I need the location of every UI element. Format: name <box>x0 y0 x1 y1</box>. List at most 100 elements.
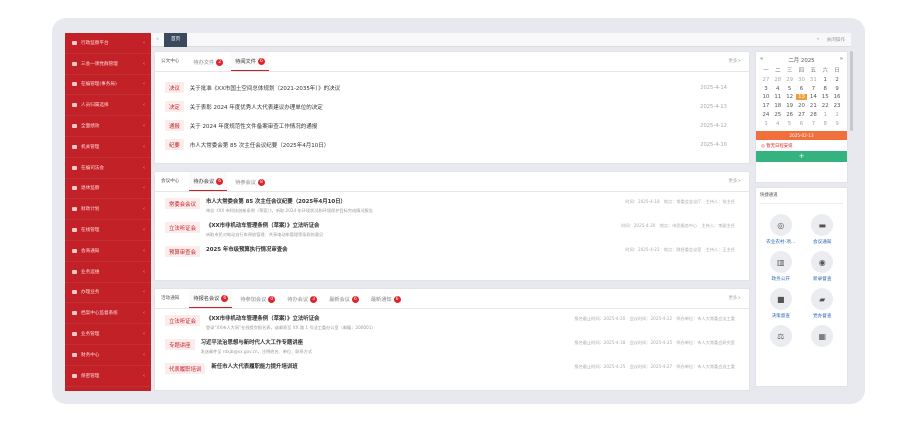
calendar-day[interactable]: 10 <box>760 94 772 100</box>
calendar-day[interactable]: 29 <box>784 77 796 83</box>
calendar-day[interactable]: 2 <box>831 77 843 83</box>
item-title[interactable]: 关于表彰 2024 年度优秀人大代表建议办理单位的决定 <box>190 103 323 111</box>
list-item[interactable]: 专题讲座 习近平法治思想与新时代人大工作专题讲座 发送邮件至 rdxjb@xx.go… <box>155 335 749 359</box>
list-item[interactable]: 常委会会议 市人大常委会第 85 次主任会议纪要（2025年4月10日） 审议《XX… <box>155 194 749 218</box>
sidebar-item[interactable]: 业务运维 ‹ <box>65 262 151 283</box>
tab-scroll-right[interactable]: » <box>817 37 820 43</box>
list-item[interactable]: 立法听证会 《XX市非机动车管理条例（草案）》立法听证会 听取市民对电动自行车停放管… <box>155 218 749 242</box>
tab-notices[interactable]: 最新通知 6 <box>367 289 405 308</box>
sidebar-item[interactable]: 财务中心 ‹ <box>65 345 151 366</box>
calendar-day[interactable]: 7 <box>807 121 819 127</box>
sidebar-item[interactable]: 财政计划 ‹ <box>65 199 151 221</box>
quick-link[interactable]: ▦ <box>802 325 844 350</box>
calendar-day[interactable]: 6 <box>796 86 808 92</box>
calendar-day[interactable]: 5 <box>784 86 796 92</box>
list-item[interactable]: 预算审查会 2025 年市级预算执行情况审查会 时间：2025-4-22 地点：财经… <box>155 242 749 266</box>
calendar-day[interactable]: 4 <box>772 121 784 127</box>
calendar-day[interactable]: 3 <box>760 86 772 92</box>
calendar-day[interactable]: 1 <box>819 112 831 118</box>
quick-link[interactable]: ▰ 党办督查 <box>802 288 844 319</box>
calendar-day[interactable]: 11 <box>772 94 784 100</box>
calendar-day[interactable]: 5 <box>784 121 796 127</box>
item-title[interactable]: 2025 年市级预算执行情况审查会 <box>206 245 625 253</box>
tab-docs[interactable]: 待阅文件 6 <box>231 52 269 71</box>
calendar-day[interactable]: 8 <box>819 121 831 127</box>
sidebar-item[interactable]: 档案中心监督系统 ‹ <box>65 303 151 325</box>
more-link[interactable]: 更多> <box>729 295 741 301</box>
quick-link[interactable]: ▬ 会议通知 <box>802 214 844 245</box>
calendar-day[interactable]: 25 <box>772 112 784 118</box>
tab-home[interactable]: 首页 <box>164 32 188 47</box>
calendar-day[interactable]: 21 <box>807 103 819 109</box>
calendar-day[interactable]: 31 <box>807 77 819 83</box>
calendar-day[interactable]: 26 <box>784 112 796 118</box>
item-title[interactable]: 关于批准《XX市国土空间总体规划（2021-2035年）》的决议 <box>190 84 340 92</box>
sidebar-item[interactable]: 办理业务 ‹ <box>65 283 151 304</box>
list-item[interactable]: 纪要 市人大常委会第 85 次主任会议纪要（2025年4月10日） 2025-4-1… <box>155 135 749 154</box>
calendar-day[interactable]: 4 <box>772 86 784 92</box>
tab-notices[interactable]: 待参加会议 0 <box>236 289 279 308</box>
tab-docs[interactable]: 待办文件 2 <box>189 52 227 71</box>
item-title[interactable]: 市人大常委会第 85 次主任会议纪要（2025年4月10日） <box>206 197 625 205</box>
calendar-day[interactable]: 9 <box>831 86 843 92</box>
sidebar-item[interactable]: 全面绩效 ‹ <box>65 116 151 137</box>
list-item[interactable]: 代表履职培训 新任市人大代表履职能力提升培训班 报名截止时间：2025-4-25 会… <box>155 359 749 383</box>
calendar-prev[interactable]: « <box>760 56 763 64</box>
tab-meetings[interactable]: 待办会议 6 <box>189 172 228 191</box>
tab-notices[interactable]: 最新会议 6 <box>325 289 363 308</box>
calendar-day[interactable]: 1 <box>819 77 831 83</box>
sidebar-item[interactable]: 业务管理 ‹ <box>65 324 151 345</box>
item-title[interactable]: 新任市人大代表履职能力提升培训班 <box>211 362 574 370</box>
more-link[interactable]: 更多> <box>729 58 741 64</box>
item-title[interactable]: 关于 2024 年度规范性文件备案审查工作情况的通报 <box>190 122 318 130</box>
calendar-day[interactable]: 2 <box>831 112 843 118</box>
item-title[interactable]: 市人大常委会第 85 次主任会议纪要（2025年4月10日） <box>190 141 330 149</box>
sidebar-item[interactable]: 人员归属选择 ‹ <box>65 95 151 117</box>
calendar-day[interactable]: 20 <box>796 103 808 109</box>
sidebar-item[interactable]: 在线管理 ‹ <box>65 220 151 241</box>
calendar-day[interactable]: 12 <box>784 94 796 100</box>
calendar-day[interactable]: 9 <box>831 121 843 127</box>
sidebar-item[interactable]: 在编司法会 ‹ <box>65 158 151 179</box>
calendar-day[interactable]: 27 <box>760 77 772 83</box>
sidebar-item[interactable]: 退休监察 ‹ <box>65 179 151 200</box>
list-item[interactable]: 立法听证会 《XX市非机动车管理条例（草案）》立法听证会 登录“XX市人大网”在线提… <box>155 311 749 335</box>
close-all-button[interactable]: 关闭操作 <box>827 37 845 43</box>
calendar-day[interactable]: 28 <box>772 77 784 83</box>
quick-link[interactable]: ◉ 新录督查 <box>802 251 844 282</box>
sidebar-item[interactable]: 保密管理 ‹ <box>65 366 151 387</box>
calendar-day[interactable]: 6 <box>796 121 808 127</box>
tab-notices[interactable]: 待办会议 3 <box>283 289 321 308</box>
calendar-day[interactable]: 15 <box>819 94 831 100</box>
calendar-day[interactable]: 8 <box>819 86 831 92</box>
calendar-day[interactable]: 14 <box>807 94 819 100</box>
quick-link[interactable]: ▥ 政务公开 <box>760 251 802 282</box>
quick-link[interactable]: ⚖ <box>760 325 802 350</box>
more-link[interactable]: 更多> <box>729 178 741 184</box>
calendar-day[interactable]: 16 <box>831 94 843 100</box>
calendar-day[interactable]: 17 <box>760 103 772 109</box>
item-title[interactable]: 《XX市非机动车管理条例（草案）》立法听证会 <box>206 314 574 322</box>
calendar-day[interactable]: 3 <box>760 121 772 127</box>
item-title[interactable]: 《XX市非机动车管理条例（草案）》立法听证会 <box>206 221 621 229</box>
scrollbar[interactable] <box>850 51 853 131</box>
sidebar-item[interactable]: 在编管理(事务局) ‹ <box>65 75 151 96</box>
sidebar-item[interactable]: 三会一课党群管理 ‹ <box>65 54 151 75</box>
calendar-day[interactable]: 23 <box>831 103 843 109</box>
sidebar-item[interactable]: 会商通知 ‹ <box>65 241 151 262</box>
list-item[interactable]: 决议 关于批准《XX市国土空间总体规划（2021-2035年）》的决议 2025-4… <box>155 78 749 97</box>
calendar-next[interactable]: » <box>840 56 843 64</box>
calendar-day[interactable]: 30 <box>796 77 808 83</box>
calendar-day[interactable]: 13 <box>795 94 808 101</box>
calendar-day[interactable]: 22 <box>819 103 831 109</box>
calendar-day[interactable]: 7 <box>807 86 819 92</box>
quick-link[interactable]: ◎ 农业农村-项... <box>760 214 802 245</box>
calendar-day[interactable]: 28 <box>807 112 819 118</box>
sidebar-item[interactable]: 行政监察平台 ‹ <box>65 33 151 54</box>
calendar-day[interactable]: 18 <box>772 103 784 109</box>
sidebar-item[interactable]: 网络办公‹ <box>65 387 151 391</box>
calendar-day[interactable]: 19 <box>784 103 796 109</box>
calendar-day[interactable]: 24 <box>760 112 772 118</box>
calendar-day[interactable]: 27 <box>796 112 808 118</box>
quick-link[interactable]: ■ 决策督查 <box>760 288 802 319</box>
